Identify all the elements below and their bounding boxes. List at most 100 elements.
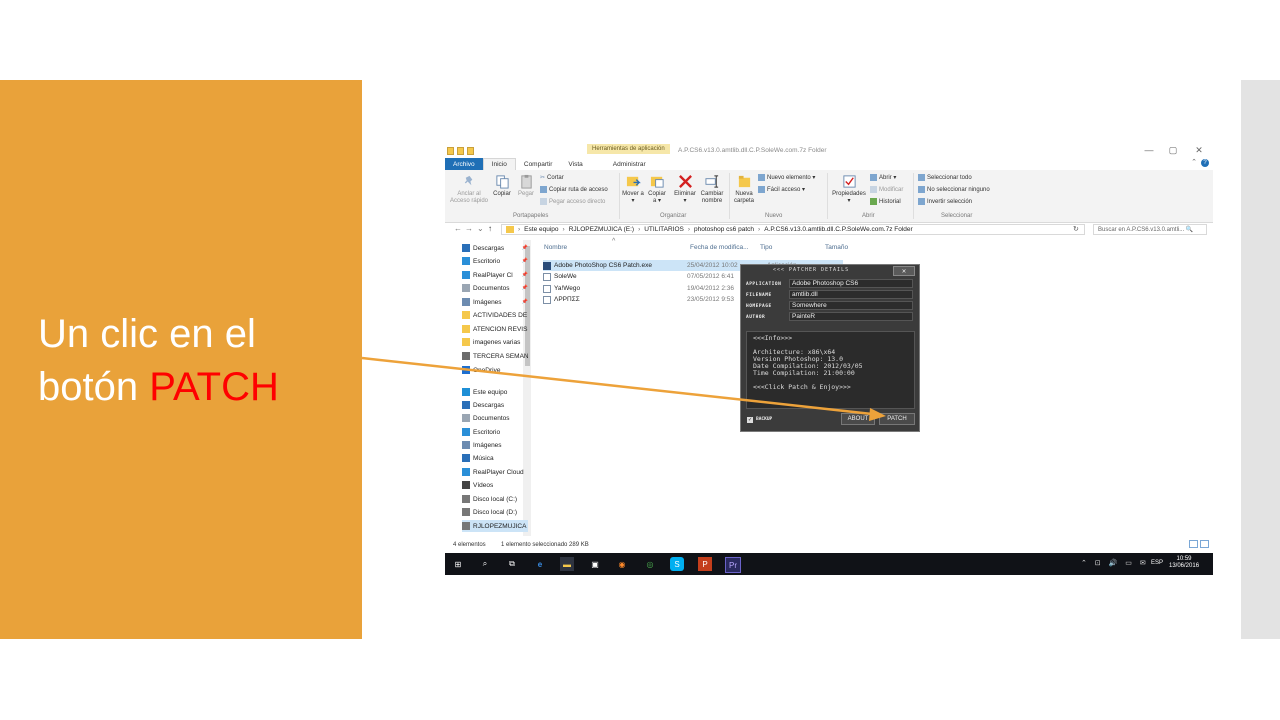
move-to-button[interactable]: Mover a ▾ [622, 174, 644, 205]
sidebar-item[interactable]: ACTIVIDADES DE [462, 309, 528, 321]
copy-to-button[interactable]: Copiar a ▾ [646, 174, 668, 205]
help-icon[interactable]: ? [1201, 159, 1209, 167]
minimize-button[interactable]: — [1142, 145, 1156, 155]
sidebar-item[interactable]: Escritorio [462, 426, 528, 438]
rename-icon [704, 175, 718, 188]
sidebar-item[interactable]: Disco local (C:) [462, 493, 528, 505]
cut-button[interactable]: ✂ Cortar [540, 174, 564, 182]
column-header-date[interactable]: Fecha de modifica... [690, 244, 749, 251]
tab-administrar[interactable]: Administrar [605, 158, 654, 170]
sidebar-item[interactable]: OneDrive [462, 364, 528, 376]
sidebar-item[interactable]: TERCERA SEMAN [462, 350, 528, 362]
history-icon [870, 198, 877, 205]
sidebar-item[interactable]: Documentos [462, 412, 528, 424]
sidebar-item[interactable]: RealPlayer Cl 📌 [462, 269, 528, 281]
copy-button[interactable]: Copiar [491, 174, 513, 198]
tab-compartir[interactable]: Compartir [516, 158, 561, 170]
ribbon-tabs: Archivo Inicio Compartir Vista Administr… [445, 158, 1213, 170]
paste-button[interactable]: Pegar [515, 174, 537, 198]
store-icon[interactable]: ▣ [588, 557, 602, 571]
forward-arrow-icon[interactable]: → [465, 224, 473, 233]
invert-selection-button[interactable]: Invertir selección [918, 198, 972, 205]
sidebar-item[interactable]: RJLOPEZMUJICA [462, 520, 528, 532]
firefox-icon[interactable]: ◉ [615, 557, 629, 571]
close-button[interactable]: ✕ [1192, 145, 1206, 156]
language-indicator[interactable]: ESP [1151, 560, 1163, 566]
sidebar-item[interactable]: Documentos 📌 [462, 282, 528, 294]
about-button[interactable]: ABOUT [841, 413, 875, 425]
sidebar-item[interactable]: Música [462, 452, 528, 464]
easy-access-button[interactable]: Fácil acceso ▾ [758, 186, 805, 193]
breadcrumb-current-folder[interactable]: A.P.CS6.v13.0.amtlib.dll.C.P.SoleWe.com.… [764, 226, 913, 233]
powerpoint-icon[interactable]: P [698, 557, 712, 571]
column-header-name[interactable]: Nombre [544, 244, 567, 251]
pin-quick-access-button[interactable]: Anclar al Acceso rápido [449, 174, 489, 205]
history-button[interactable]: Historial [870, 198, 901, 205]
delete-button[interactable]: Eliminar ▾ [672, 174, 698, 205]
patch-button[interactable]: PATCH [879, 413, 915, 425]
file-explorer-icon[interactable]: ▬ [560, 557, 574, 571]
sidebar-item[interactable]: RealPlayer Cloud [462, 466, 528, 478]
sidebar-item[interactable]: Este equipo [462, 386, 528, 398]
ribbon-collapse-icon[interactable]: ⌃ [1187, 158, 1201, 166]
group-separator [729, 173, 730, 219]
premiere-icon[interactable]: Pr [725, 557, 741, 573]
sidebar-item[interactable]: imagenes varias [462, 336, 528, 348]
system-tray-icons[interactable]: ⌃ ⊡ 🔊 ▭ ✉ [1081, 559, 1149, 567]
folder-icon [462, 388, 470, 396]
edit-button[interactable]: Modificar [870, 186, 903, 193]
window-title: A.P.CS6.v13.0.amtlib.dll.C.P.SoleWe.com.… [678, 147, 827, 154]
sidebar-item[interactable]: Disco local (D:) [462, 506, 528, 518]
large-icons-view-icon[interactable] [1200, 540, 1209, 548]
column-header-type[interactable]: Tipo [760, 244, 772, 251]
sidebar-item[interactable]: Imágenes [462, 439, 528, 451]
tab-inicio[interactable]: Inicio [482, 158, 516, 170]
task-view-icon[interactable]: ⧉ [505, 557, 519, 571]
taskbar-clock[interactable]: 10:59 13/06/2016 [1169, 556, 1199, 570]
breadcrumb-drive[interactable]: RJLOPEZMUJICA (E:) [569, 226, 634, 233]
chrome-icon[interactable]: ◎ [643, 557, 657, 571]
qat-new-folder-icon[interactable] [467, 147, 474, 155]
backup-checkbox[interactable]: ✓ [747, 417, 753, 423]
column-header-size[interactable]: Tamaño [825, 244, 848, 251]
refresh-icon[interactable]: ↻ [1073, 225, 1079, 233]
paste-shortcut-button[interactable]: Pegar acceso directo [540, 198, 605, 205]
sidebar-item-label: Imágenes [473, 298, 502, 306]
select-none-button[interactable]: No seleccionar ninguno [918, 186, 990, 193]
select-all-button[interactable]: Seleccionar todo [918, 174, 972, 181]
address-input[interactable]: › Este equipo › RJLOPEZMUJICA (E:) › UTI… [501, 224, 1085, 235]
qat-properties-icon[interactable] [457, 147, 464, 155]
tab-vista[interactable]: Vista [560, 158, 590, 170]
up-arrow-icon[interactable]: ↑ [488, 224, 492, 233]
sidebar-item[interactable]: Escritorio 📌 [462, 255, 528, 267]
copy-path-button[interactable]: Copiar ruta de acceso [540, 186, 608, 193]
new-folder-button[interactable]: Nueva carpeta [732, 174, 756, 205]
search-input[interactable]: Buscar en A.P.CS6.v13.0.amtli... 🔍 [1093, 224, 1207, 235]
properties-button[interactable]: Propiedades ▾ [830, 174, 868, 205]
edge-icon[interactable]: e [533, 557, 547, 571]
start-icon[interactable]: ⊞ [451, 557, 465, 571]
qat-folder-icon[interactable] [447, 147, 454, 155]
details-view-icon[interactable] [1189, 540, 1198, 548]
sidebar-item[interactable]: Imágenes 📌 [462, 296, 528, 308]
new-item-button[interactable]: Nuevo elemento ▾ [758, 174, 815, 181]
skype-icon[interactable]: S [670, 557, 684, 571]
rename-button[interactable]: Cambiar nombre [699, 174, 725, 205]
pin-icon: 📌 [521, 299, 528, 305]
recent-locations-icon[interactable]: ⌄ [477, 224, 484, 233]
breadcrumb-este-equipo[interactable]: Este equipo [524, 226, 558, 233]
sidebar-item[interactable]: ATENCION REVIS [462, 323, 528, 335]
search-icon[interactable]: ⌕ [478, 557, 492, 571]
sidebar-item[interactable]: Descargas 📌 [462, 242, 528, 254]
breadcrumb-utilitarios[interactable]: UTILITARIOS [644, 226, 684, 233]
back-arrow-icon[interactable]: ← [454, 224, 462, 233]
sidebar-item[interactable]: Vídeos [462, 479, 528, 491]
tab-archivo[interactable]: Archivo [445, 158, 483, 170]
open-button[interactable]: Abrir ▾ [870, 174, 896, 181]
patcher-close-button[interactable]: ✕ [893, 266, 915, 276]
folder-icon [462, 522, 470, 530]
maximize-button[interactable]: ▢ [1166, 145, 1180, 156]
quick-access-toolbar[interactable] [447, 146, 474, 156]
breadcrumb-photoshop-patch[interactable]: photoshop cs6 patch [694, 226, 754, 233]
sidebar-item[interactable]: Descargas [462, 399, 528, 411]
